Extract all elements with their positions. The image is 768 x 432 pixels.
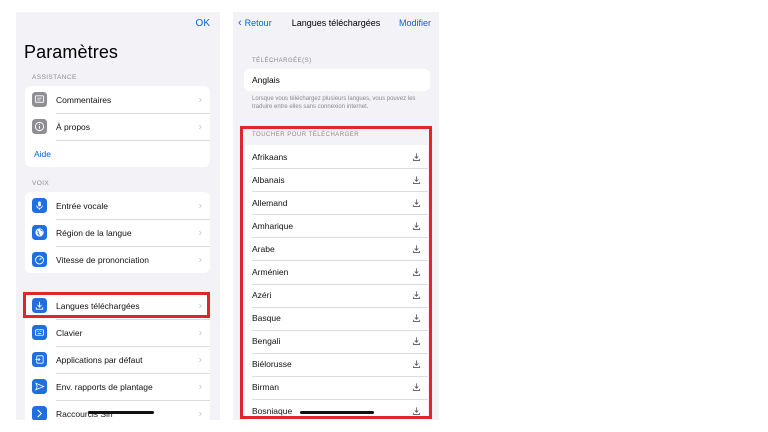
keyboard-icon [32, 325, 47, 340]
globe-icon [32, 225, 47, 240]
feedback-label: Commentaires [56, 94, 112, 105]
speech-speed-label: Vitesse de prononciation [56, 254, 149, 265]
offline-footnote: Lorsque vous téléchargez plusieurs langu… [252, 96, 416, 110]
ok-button[interactable]: OK [196, 18, 210, 29]
voice-section-header: VOIX [32, 180, 50, 187]
settings-panel: OK Paramètres ASSISTANCE Commentaires › … [16, 12, 220, 420]
siri-shortcuts-row[interactable]: Raccourcis Siri › [25, 400, 210, 420]
siri-shortcuts-icon [32, 406, 47, 420]
speech-speed-row[interactable]: Vitesse de prononciation › [25, 246, 210, 273]
crash-reports-label: Env. rapports de plantage [56, 381, 153, 392]
chevron-right-icon: › [198, 94, 202, 105]
home-indicator [88, 411, 154, 414]
default-apps-row[interactable]: Applications par défaut › [25, 346, 210, 373]
send-icon [32, 379, 47, 394]
voice-input-label: Entrée vocale [56, 200, 108, 211]
assistance-section-header: ASSISTANCE [32, 74, 77, 81]
chevron-right-icon: › [198, 327, 202, 338]
downloaded-language-label: Anglais [252, 75, 280, 85]
highlight-downloaded-languages [23, 292, 210, 318]
microphone-icon [32, 198, 47, 213]
help-link[interactable]: Aide [34, 149, 51, 159]
voice-input-row[interactable]: Entrée vocale › [25, 192, 210, 219]
highlight-available-languages [240, 126, 432, 419]
chevron-right-icon: › [198, 121, 202, 132]
about-row[interactable]: À propos › [25, 113, 210, 140]
help-row[interactable]: Aide [25, 140, 210, 167]
about-label: À propos [56, 121, 91, 132]
speedometer-icon [32, 252, 47, 267]
edit-button[interactable]: Modifier [399, 18, 431, 28]
crash-reports-row[interactable]: Env. rapports de plantage › [25, 373, 210, 400]
keyboard-label: Clavier [56, 327, 83, 338]
info-icon [32, 119, 47, 134]
downloaded-language-row[interactable]: Anglais [244, 69, 430, 91]
chevron-right-icon: › [198, 381, 202, 392]
default-apps-icon [32, 352, 47, 367]
chevron-right-icon: › [198, 200, 202, 211]
feedback-row[interactable]: Commentaires › [25, 86, 210, 113]
language-region-label: Région de la langue [56, 227, 132, 238]
chevron-right-icon: › [198, 254, 202, 265]
downloaded-section-header: TÉLÉCHARGÉE(S) [252, 58, 312, 64]
keyboard-row[interactable]: Clavier › [25, 319, 210, 346]
assistance-group: Commentaires › À propos › Aide [25, 86, 210, 167]
page-title: Paramètres [24, 42, 119, 62]
chevron-right-icon: › [198, 227, 202, 238]
language-region-row[interactable]: Région de la langue › [25, 219, 210, 246]
chevron-right-icon: › [198, 354, 202, 365]
voice-group: Entrée vocale › Région de la langue › Vi… [25, 192, 210, 273]
default-apps-label: Applications par défaut [56, 354, 143, 365]
feedback-icon [32, 92, 47, 107]
chevron-right-icon: › [198, 408, 202, 419]
